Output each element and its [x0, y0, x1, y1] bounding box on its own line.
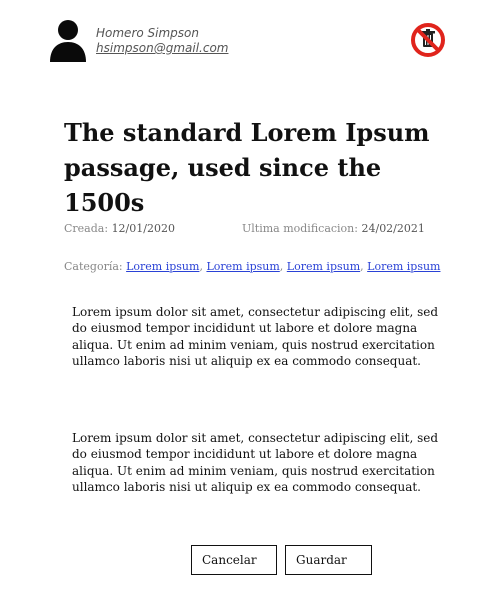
modified-date: Ultima modificacion: 24/02/2021: [242, 222, 425, 235]
modified-value: 24/02/2021: [361, 222, 425, 235]
article-title: The standard Lorem Ipsum passage, used s…: [64, 118, 430, 217]
category-label: Categoría:: [64, 260, 123, 273]
category-link[interactable]: Lorem ipsum: [206, 260, 279, 273]
user-email-link[interactable]: hsimpson@gmail.com: [96, 41, 228, 55]
cancel-button[interactable]: Cancelar: [191, 545, 277, 575]
user-silhouette-icon: [48, 18, 88, 64]
no-trash-icon: [411, 23, 445, 57]
created-value: 12/01/2020: [111, 222, 175, 235]
category-link[interactable]: Lorem ipsum: [126, 260, 199, 273]
user-name: Homero Simpson: [96, 26, 199, 40]
delete-button[interactable]: [408, 20, 448, 60]
article-paragraph: Lorem ipsum dolor sit amet, consectetur …: [72, 431, 439, 495]
created-label: Creada:: [64, 222, 109, 235]
article-paragraph: Lorem ipsum dolor sit amet, consectetur …: [72, 305, 439, 369]
category-link[interactable]: Lorem ipsum: [367, 260, 440, 273]
category-link[interactable]: Lorem ipsum: [287, 260, 360, 273]
user-header: Homero Simpson hsimpson@gmail.com: [48, 18, 454, 64]
created-date: Creada: 12/01/2020: [64, 222, 175, 235]
modified-label: Ultima modificacion:: [242, 222, 358, 235]
save-button[interactable]: Guardar: [285, 545, 372, 575]
category-list: Categoría: Lorem ipsum, Lorem ipsum, Lor…: [64, 260, 441, 273]
